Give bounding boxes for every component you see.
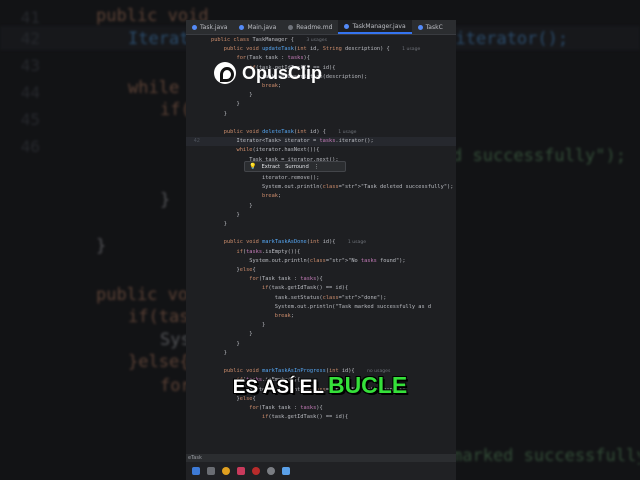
java-file-icon [192,24,197,30]
tab-readme-md[interactable]: Readme.md [282,20,338,34]
caption-white-text: ES ASÍ EL [232,377,324,398]
tab-label: Task.java [200,23,228,31]
code-text: task.setStatus(class="str">"done"); [211,294,387,301]
code-text: Iterator<Task> iterator = tasks.iterator… [211,138,374,145]
caption-green-text: BUCLE [327,372,408,398]
code-text: } [211,110,227,117]
status-bar: eTask [186,454,456,462]
tab-label: TaskManager.java [352,22,406,30]
code-line[interactable]: public void markTaskAsDone(int id){ 1 us… [186,238,456,247]
code-line[interactable]: for(Task task : tasks){ [186,404,456,413]
code-line[interactable]: } [186,340,456,349]
taskbar-app-icon[interactable] [267,467,275,475]
code-text: public void markTaskAsDone(int id){ 1 us… [223,239,367,246]
code-line[interactable] [186,119,456,128]
code-line[interactable]: } [186,110,456,119]
code-text: } [211,92,253,99]
code-text: System.out.println(class="str">"No tasks… [211,257,406,264]
recorder-icon[interactable] [252,467,260,475]
code-line[interactable]: break; [186,192,456,201]
code-text: System.out.println("Task marked successf… [211,303,432,310]
code-line[interactable]: } [186,202,456,211]
extract-action[interactable]: Extract [261,164,280,170]
tab-label: Main.java [247,23,277,31]
tab-main-java[interactable]: Main.java [233,20,282,34]
code-text: public void updateTask(int id, String de… [223,46,421,53]
editor-tab-bar: Task.java Main.java Readme.md TaskManage… [186,20,456,35]
code-text: break; [274,313,294,319]
code-text: public class TaskManager { 3 usages [211,37,327,43]
code-line[interactable]: System.out.println("Task marked successf… [186,303,456,312]
code-line[interactable]: public class TaskManager { 3 usages [186,36,456,45]
code-text: if(tasks.isEmpty()){ [236,248,301,255]
code-line[interactable]: for(Task task : tasks){ [186,275,456,284]
code-line[interactable]: System.out.println(class="str">"No tasks… [186,257,456,266]
opusclip-logo-text: OpusClip [242,62,322,83]
code-line[interactable]: } [186,349,456,358]
code-text: for(Task task : tasks){ [249,276,323,283]
taskbar-app-icon[interactable] [207,467,215,475]
os-taskbar [186,462,456,480]
code-line[interactable]: } [186,91,456,100]
tab-label: Readme.md [296,23,333,31]
opusclip-logo-icon [214,62,236,84]
line-number: 42 [193,138,200,145]
code-text: if(task.getIdTask() == id){ [262,285,349,292]
code-text: for(Task task : tasks){ [236,55,310,62]
surround-action[interactable]: Surround [285,164,309,170]
tab-taskc[interactable]: TaskC [412,20,449,34]
tab-task-java[interactable]: Task.java [186,20,233,34]
browser-icon[interactable] [222,467,230,475]
code-line[interactable]: } [186,211,456,220]
code-text: } [211,202,253,209]
code-line[interactable]: iterator.remove(); [186,174,456,183]
code-line[interactable]: public void updateTask(int id, String de… [186,45,456,54]
code-line[interactable]: if(tasks.isEmpty()){ [186,248,456,257]
code-text: } [211,349,227,356]
opusclip-watermark: OpusClip [214,62,322,84]
code-text: } [211,101,240,108]
markdown-file-icon [288,24,294,30]
code-text: break; [262,193,282,200]
code-line[interactable]: break; [186,312,456,321]
lightbulb-icon[interactable]: 💡 [249,163,256,170]
code-line[interactable]: } [186,321,456,330]
code-text: } [211,211,240,218]
java-file-icon [344,23,350,29]
code-text: System.out.println(class="str">"Task del… [211,184,454,191]
code-line[interactable]: if(task.getIdTask() == id){ [186,284,456,293]
code-text: } [211,331,253,338]
code-line[interactable]: while(iterator.hasNext()){ [186,146,456,155]
tab-label: TaskC [425,23,443,31]
code-text: }else{ [211,267,256,273]
code-text: if(task.getIdTask() == id){ [262,414,349,421]
intention-actions-popup: 💡 Extract Surround ⋮ [244,161,346,172]
folder-icon[interactable] [282,467,290,475]
code-text: iterator.remove(); [211,175,320,181]
code-line[interactable]: } [186,100,456,109]
windows-start-icon[interactable] [192,467,200,475]
code-line[interactable] [186,229,456,238]
code-line[interactable] [186,358,456,367]
more-actions-icon[interactable]: ⋮ [314,164,319,170]
java-file-icon [417,24,423,30]
intellij-icon[interactable] [237,467,245,475]
code-text: } [211,322,266,329]
code-line[interactable]: System.out.println(class="str">"Task del… [186,183,456,192]
code-text: public void deleteTask(int id) { 1 usage [223,129,357,135]
code-line[interactable]: if(task.getIdTask() == id){ [186,413,456,422]
code-line[interactable]: }else{ [186,266,456,275]
code-text: for(Task task : tasks){ [249,405,323,411]
java-file-icon [239,24,245,30]
code-line[interactable]: } [186,220,456,229]
code-line[interactable]: 42 Iterator<Task> iterator = tasks.itera… [186,137,456,147]
tab-taskmanager-java[interactable]: TaskManager.java [338,20,412,34]
code-text: } [211,221,227,227]
code-line[interactable]: } [186,330,456,339]
subtitle-caption: ES ASÍ EL BUCLE [0,372,640,399]
code-line[interactable]: task.setStatus(class="str">"done"); [186,294,456,303]
code-text: while(iterator.hasNext()){ [236,147,320,154]
code-text: } [211,340,240,347]
code-line[interactable]: public void deleteTask(int id) { 1 usage [186,128,456,137]
